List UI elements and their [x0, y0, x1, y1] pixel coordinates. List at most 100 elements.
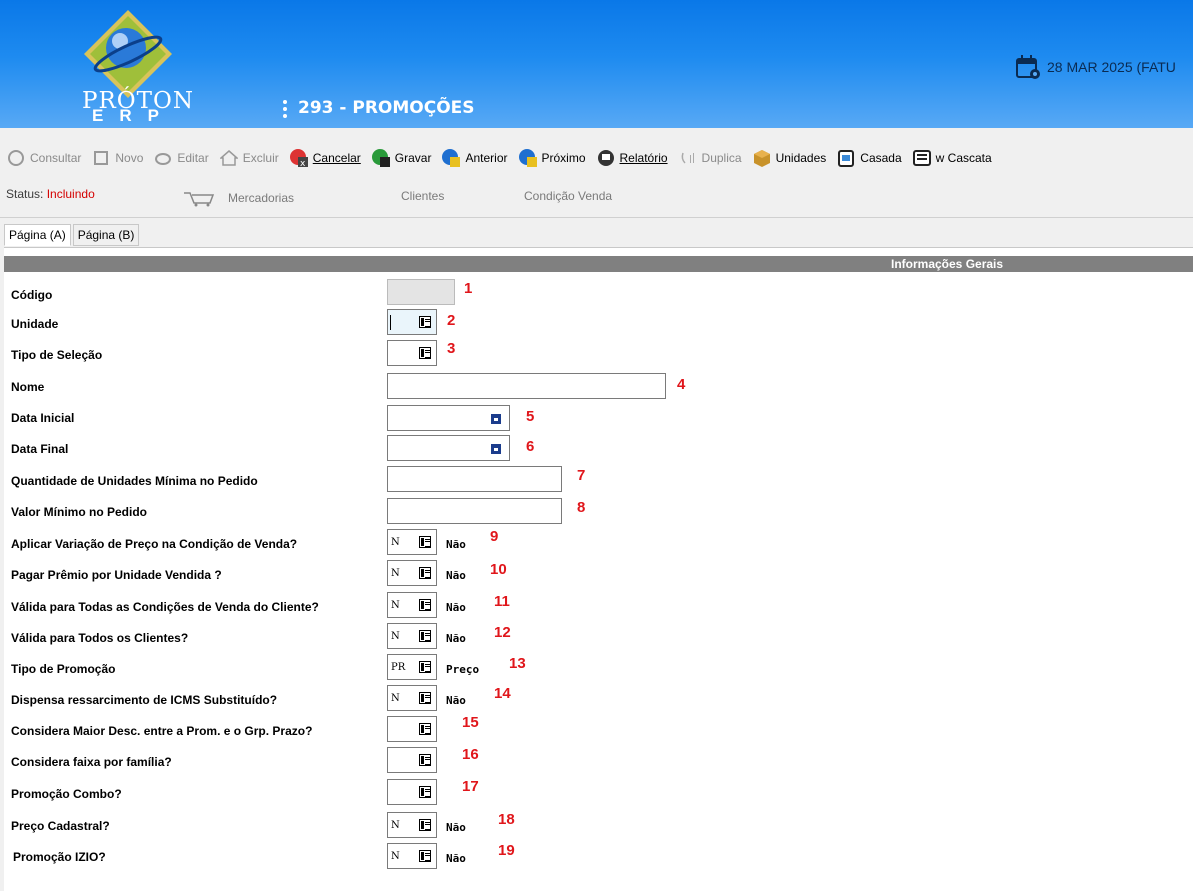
date-indicator[interactable]: 28 MAR 2025 (FATU: [1015, 54, 1176, 80]
search-cube-icon: [6, 148, 26, 168]
tipo-selecao-field[interactable]: [387, 340, 437, 366]
valida-clientes-field[interactable]: N: [387, 623, 437, 649]
proximo-button[interactable]: Próximo: [518, 148, 586, 168]
duplica-label: Duplica: [701, 151, 742, 165]
excluir-label: Excluir: [242, 151, 279, 165]
qtd-minima-label: Quantidade de Unidades Mínima no Pedido: [11, 474, 258, 488]
field-number: 2: [447, 312, 456, 329]
menu-dots-icon[interactable]: [283, 100, 287, 118]
lookup-icon[interactable]: [419, 536, 431, 548]
lookup-icon[interactable]: [419, 754, 431, 766]
valor-minimo-field[interactable]: [387, 498, 562, 524]
cancelar-label: Cancelar: [312, 151, 361, 165]
field-value: N: [391, 537, 400, 548]
novo-button[interactable]: Novo: [91, 148, 143, 168]
lookup-icon[interactable]: [419, 599, 431, 611]
valor-minimo-label: Valor Mínimo no Pedido: [11, 505, 148, 519]
lookup-icon[interactable]: [419, 819, 431, 831]
tipo-promocao-label: Tipo de Promoção: [11, 662, 116, 676]
calendar-icon[interactable]: [491, 444, 501, 454]
promocao-combo-field[interactable]: [387, 779, 437, 805]
field-number: 17: [462, 778, 479, 795]
lookup-icon[interactable]: [419, 316, 431, 328]
editar-label: Editar: [177, 151, 209, 165]
unidades-button[interactable]: Unidades: [752, 148, 827, 168]
consultar-label: Consultar: [30, 151, 82, 165]
lookup-icon[interactable]: [419, 661, 431, 673]
field-description: Não: [446, 538, 466, 551]
proton-logo-icon: [84, 10, 172, 98]
dispensa-icms-field[interactable]: N: [387, 685, 437, 711]
field-description: Não: [446, 632, 466, 645]
lookup-icon[interactable]: [419, 630, 431, 642]
preco-cadastral-label: Preço Cadastral?: [11, 819, 110, 833]
casada-button[interactable]: Casada: [836, 148, 902, 168]
lookup-icon[interactable]: [419, 692, 431, 704]
valida-condicoes-field[interactable]: N: [387, 592, 437, 618]
tab-pagina-a[interactable]: Página (A): [4, 224, 71, 246]
pagar-premio-label: Pagar Prêmio por Unidade Vendida ?: [11, 568, 222, 582]
save-icon: [371, 148, 391, 168]
anterior-label: Anterior: [465, 151, 508, 165]
data-final-label: Data Final: [11, 442, 69, 456]
cascata-button[interactable]: w Cascata: [912, 148, 992, 168]
lookup-icon[interactable]: [419, 723, 431, 735]
consultar-button[interactable]: Consultar: [6, 148, 81, 168]
screen-title: 293 - PROMOÇÕES: [298, 98, 475, 118]
mercadorias-button[interactable]: Mercadorias: [182, 189, 294, 207]
field-number: 16: [462, 746, 479, 763]
nome-label: Nome: [11, 380, 45, 394]
field-number: 8: [577, 499, 586, 516]
lookup-icon[interactable]: [419, 786, 431, 798]
linked-sale-icon: [836, 148, 856, 168]
duplica-button[interactable]: Duplica: [678, 148, 742, 168]
gravar-button[interactable]: Gravar: [371, 148, 431, 168]
report-printer-icon: [596, 148, 616, 168]
relatorio-button[interactable]: Relatório: [596, 148, 668, 168]
calendar-icon[interactable]: [491, 414, 501, 424]
text-caret: [390, 315, 391, 330]
cancelar-button[interactable]: x Cancelar: [289, 148, 361, 168]
clientes-button[interactable]: Clientes: [401, 189, 444, 203]
cascade-icon: [912, 148, 932, 168]
unidade-field[interactable]: [387, 309, 437, 335]
tipo-promocao-field[interactable]: PR: [387, 654, 437, 680]
calendar-settings-icon: [1016, 55, 1040, 79]
considera-maior-desc-field[interactable]: [387, 716, 437, 742]
qtd-minima-field[interactable]: [387, 466, 562, 492]
lookup-icon[interactable]: [419, 567, 431, 579]
lookup-icon[interactable]: [419, 850, 431, 862]
tab-pagina-b[interactable]: Página (B): [72, 224, 140, 246]
faixa-familia-field[interactable]: [387, 747, 437, 773]
pagar-premio-field[interactable]: N: [387, 560, 437, 586]
clientes-label: Clientes: [401, 189, 445, 203]
field-number: 5: [526, 408, 535, 425]
field-value: N: [391, 568, 400, 579]
divider: [0, 217, 1193, 218]
proximo-label: Próximo: [541, 151, 586, 165]
novo-label: Novo: [115, 151, 144, 165]
editar-button[interactable]: Editar: [153, 148, 209, 168]
preco-cadastral-field[interactable]: N: [387, 812, 437, 838]
field-number: 18: [498, 811, 515, 828]
field-description: Não: [446, 694, 466, 707]
excluir-button[interactable]: Excluir: [219, 148, 279, 168]
anterior-button[interactable]: Anterior: [441, 148, 508, 168]
form-panel: Informações Gerais Código 1 Unidade 2 Ti…: [4, 247, 1193, 891]
condicao-venda-button[interactable]: Condição Venda: [524, 189, 612, 203]
data-final-field[interactable]: [387, 435, 510, 461]
page-tabs: Página (A) Página (B): [4, 224, 141, 246]
aplicar-variacao-field[interactable]: N: [387, 529, 437, 555]
delete-house-icon: [219, 148, 239, 168]
data-inicial-label: Data Inicial: [11, 411, 75, 425]
main-toolbar: Consultar Novo Editar Excluir x Cancelar…: [0, 141, 1193, 175]
lookup-icon[interactable]: [419, 347, 431, 359]
promocao-izio-field[interactable]: N: [387, 843, 437, 869]
field-number: 9: [490, 528, 499, 545]
nome-field[interactable]: [387, 373, 666, 399]
field-value: N: [391, 631, 400, 642]
status-value: Incluindo: [46, 187, 95, 201]
data-inicial-field[interactable]: [387, 405, 510, 431]
field-number: 15: [462, 714, 479, 731]
unidades-label: Unidades: [775, 151, 827, 165]
